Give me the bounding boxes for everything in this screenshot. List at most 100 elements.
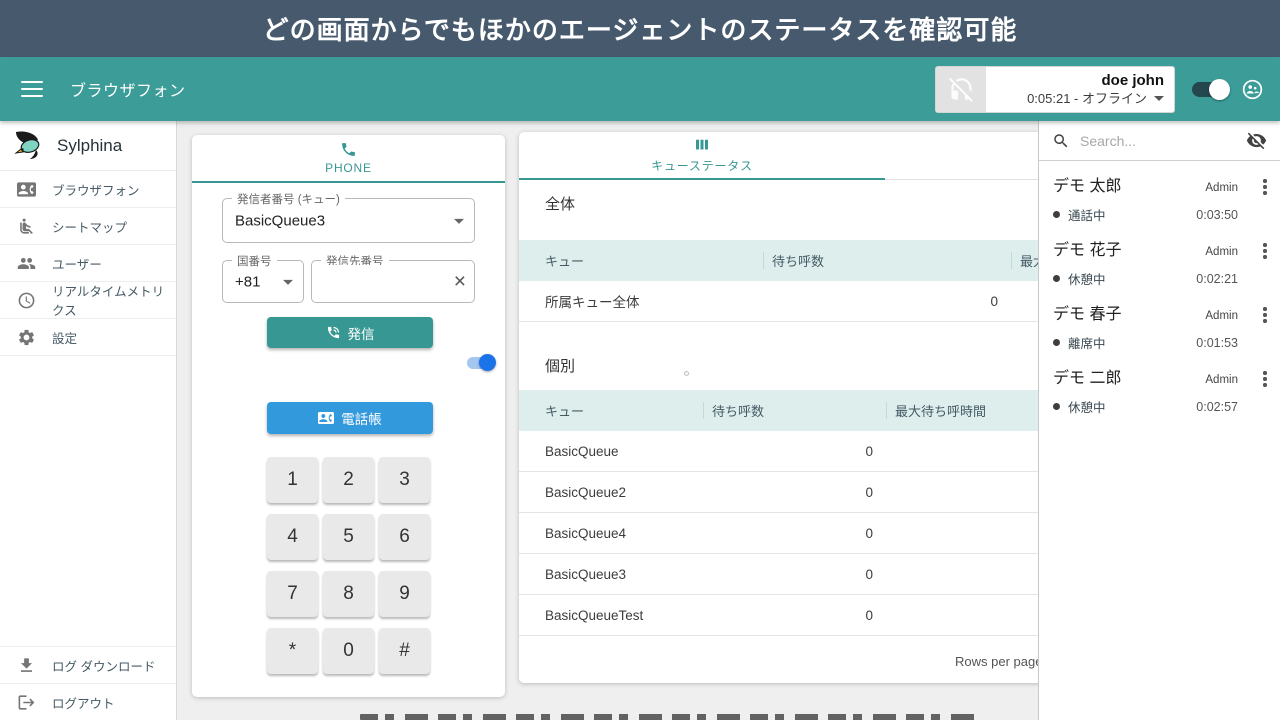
contact-book-icon <box>318 410 334 426</box>
availability-toggle[interactable] <box>1192 82 1228 97</box>
seat-icon <box>17 217 36 236</box>
agent-status-time: 0:03:50 <box>1196 208 1238 222</box>
agent-status-text: 休憩中 <box>1068 269 1106 288</box>
agent-search-row <box>1039 121 1280 161</box>
tab-indicator <box>519 178 885 180</box>
dial-key-5[interactable]: 5 <box>323 514 374 560</box>
country-code-select[interactable]: 国番号 +81 <box>222 260 304 303</box>
dial-key-8[interactable]: 8 <box>323 571 374 617</box>
agent-role-badge: Admin <box>1205 182 1238 194</box>
gear-icon <box>17 328 36 347</box>
supervised-users-icon[interactable] <box>1241 78 1264 101</box>
dial-key-7[interactable]: 7 <box>267 571 318 617</box>
queue-name-cell: BasicQueue <box>519 444 703 459</box>
app-bar: ブラウザフォン doe john 0:05:21 - オフライン <box>0 57 1280 121</box>
columns-icon <box>693 136 711 154</box>
status-dot-icon <box>1053 339 1060 346</box>
chevron-down-icon <box>454 218 464 223</box>
banner-title: どの画面からでもほかのエージェントのステータスを確認可能 <box>263 10 1018 47</box>
tab-phone-label: PHONE <box>325 161 372 175</box>
kebab-menu-icon[interactable] <box>1257 305 1273 325</box>
sidebar-item-log-download[interactable]: ログ ダウンロード <box>0 646 176 683</box>
agent-status-time: 0:02:21 <box>1196 272 1238 286</box>
caller-number-select[interactable]: 発信者番号 (キュー) BasicQueue3 <box>222 198 475 243</box>
agent-list-item[interactable]: デモ 春子Admin離席中0:01:53 <box>1039 289 1280 353</box>
sidebar-item-label: シートマップ <box>52 217 127 236</box>
call-button-label: 発信 <box>348 323 375 343</box>
dial-key-9[interactable]: 9 <box>379 571 430 617</box>
tab-queue-status[interactable]: キューステータス <box>519 132 885 178</box>
agent-search-input[interactable] <box>1080 133 1246 149</box>
phone-tab-bar: PHONE <box>192 135 505 183</box>
dial-key-*[interactable]: * <box>267 628 318 674</box>
agent-status-time: 0:02:57 <box>1196 400 1238 414</box>
status-dot-icon <box>1053 403 1060 410</box>
waiting-calls-cell: 0 <box>703 526 886 541</box>
sidebar-item-label: ログアウト <box>52 693 115 712</box>
agent-status-box[interactable]: doe john 0:05:21 - オフライン <box>935 66 1175 113</box>
column-header: キュー <box>519 251 763 270</box>
dial-key-1[interactable]: 1 <box>267 457 318 503</box>
sidebar-item-realtime-metrics[interactable]: リアルタイムメトリクス <box>0 282 176 319</box>
phonebook-button-label: 電話帳 <box>341 408 382 428</box>
sidebar-item-browser-phone[interactable]: ブラウザフォン <box>0 171 176 208</box>
agent-role-badge: Admin <box>1205 374 1238 386</box>
user-status-text: 0:05:21 - オフライン <box>1027 90 1147 108</box>
agent-list-item[interactable]: デモ 花子Admin休憩中0:02:21 <box>1039 225 1280 289</box>
kebab-menu-icon[interactable] <box>1257 177 1273 197</box>
user-name: doe john <box>986 71 1164 90</box>
column-header: キュー <box>519 401 703 420</box>
sidebar-item-seat-map[interactable]: シートマップ <box>0 208 176 245</box>
rows-per-page-label: Rows per page: <box>955 640 1046 683</box>
sidebar-item-label: ログ ダウンロード <box>52 656 155 675</box>
dial-key-4[interactable]: 4 <box>267 514 318 560</box>
sidebar-item-label: ブラウザフォン <box>52 180 140 199</box>
caller-number-label: 発信者番号 (キュー) <box>232 191 345 207</box>
individual-section-title: 個別 <box>545 355 575 376</box>
chevron-down-icon <box>283 279 293 284</box>
agent-name: デモ 春子 <box>1053 300 1205 324</box>
dial-key-#[interactable]: # <box>379 628 430 674</box>
queue-name-cell: BasicQueueTest <box>519 608 703 623</box>
sylphina-logo-icon <box>12 130 48 162</box>
tab-queue-label: キューステータス <box>651 157 753 174</box>
country-code-value: +81 <box>235 273 260 290</box>
menu-icon[interactable] <box>21 81 43 97</box>
agents-panel: デモ 太郎Admin通話中0:03:50デモ 花子Admin休憩中0:02:21… <box>1038 121 1280 720</box>
dial-key-6[interactable]: 6 <box>379 514 430 560</box>
agent-list-item[interactable]: デモ 二郎Admin休憩中0:02:57 <box>1039 353 1280 417</box>
agent-status-text: 通話中 <box>1068 205 1106 224</box>
tab-phone[interactable]: PHONE <box>192 135 505 181</box>
sidebar-item-logout[interactable]: ログアウト <box>0 683 176 720</box>
eye-off-icon[interactable] <box>1246 130 1267 151</box>
phonebook-button[interactable]: 電話帳 <box>267 402 433 434</box>
waiting-calls-cell: 0 <box>703 485 886 500</box>
user-status-selector[interactable]: 0:05:21 - オフライン <box>986 90 1164 108</box>
queue-name-cell: BasicQueue3 <box>519 567 703 582</box>
download-icon <box>17 656 36 675</box>
kebab-menu-icon[interactable] <box>1257 369 1273 389</box>
destination-number-input[interactable] <box>322 265 444 298</box>
kebab-menu-icon[interactable] <box>1257 241 1273 261</box>
tab-indicator <box>192 181 505 183</box>
waiting-calls-cell: 0 <box>703 567 886 582</box>
dial-key-3[interactable]: 3 <box>379 457 430 503</box>
agent-status-text: 離席中 <box>1068 333 1106 352</box>
call-button[interactable]: 発信 <box>267 317 433 348</box>
queue-name-cell: BasicQueue4 <box>519 526 703 541</box>
agent-list-item[interactable]: デモ 太郎Admin通話中0:03:50 <box>1039 161 1280 225</box>
top-banner: どの画面からでもほかのエージェントのステータスを確認可能 <box>0 0 1280 57</box>
auto-answer-toggle[interactable] <box>467 357 494 369</box>
sidebar-item-users[interactable]: ユーザー <box>0 245 176 282</box>
dial-key-0[interactable]: 0 <box>323 628 374 674</box>
cropped-bottom-text <box>360 714 980 720</box>
dial-key-2[interactable]: 2 <box>323 457 374 503</box>
clear-icon[interactable]: × <box>454 271 466 292</box>
waiting-calls-cell: 0 <box>763 294 1011 309</box>
sidebar-item-settings[interactable]: 設定 <box>0 319 176 356</box>
decorative-dot <box>684 371 689 376</box>
sidebar: Sylphina ブラウザフォン シートマップ ユーザー リアルタイムメトリクス… <box>0 121 177 720</box>
agent-role-badge: Admin <box>1205 310 1238 322</box>
toggle-knob <box>479 354 496 371</box>
contact-phone-icon <box>17 180 36 199</box>
